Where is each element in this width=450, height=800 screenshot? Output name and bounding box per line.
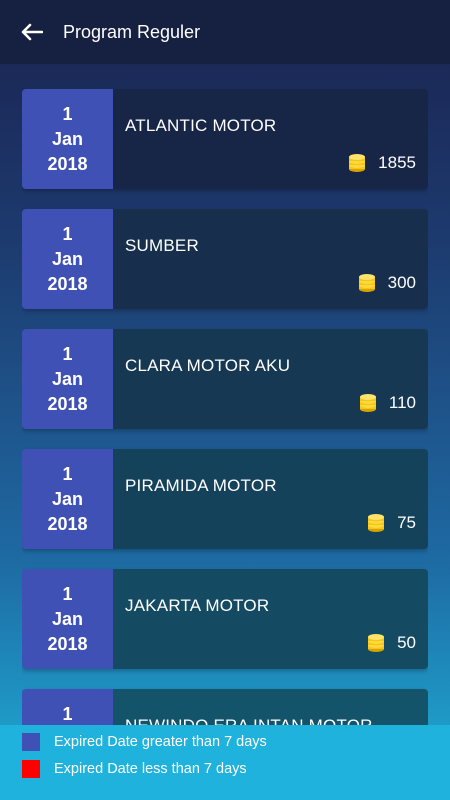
dealer-name: CLARA MOTOR AKU — [125, 356, 291, 375]
date-day: 1 — [62, 223, 73, 244]
legend: Expired Date greater than 7 days Expired… — [0, 725, 450, 800]
dealer-name: JAKARTA MOTOR — [125, 596, 270, 615]
date-month: Jan — [51, 608, 84, 629]
program-card[interactable]: 1Jan2018 NEWINDO ERA INTAN MOTOR — [22, 689, 428, 725]
coin-stack-icon — [358, 274, 375, 292]
coin-stack-icon — [359, 394, 376, 412]
date-month: Jan — [51, 248, 84, 269]
program-card[interactable]: 1 Jan 2018 PIRAMIDA MOTOR 75 — [22, 449, 428, 549]
dealer-name: PIRAMIDA MOTOR — [125, 476, 277, 495]
points-value: 300 — [387, 273, 416, 292]
points: 110 — [359, 393, 416, 413]
page-title: Program Reguler — [63, 21, 201, 42]
points-value: 110 — [388, 393, 416, 412]
dealer-name: NEWINDO ERA INTAN MOTOR — [125, 716, 373, 725]
date-month: Jan — [51, 368, 84, 389]
date-block: 1 Jan 2018 — [22, 329, 113, 429]
card-body: JAKARTA MOTOR 50 — [113, 569, 428, 669]
date-day: 1 — [62, 583, 73, 604]
points: 300 — [358, 273, 416, 293]
card-body: PIRAMIDA MOTOR 75 — [113, 449, 428, 549]
coin-stack-icon — [349, 154, 366, 172]
points-value: 50 — [397, 633, 416, 652]
card-body: ATLANTIC MOTOR 1855 — [113, 89, 428, 189]
date-month: Jan — [51, 488, 84, 509]
legend-item-greater: Expired Date greater than 7 days — [22, 733, 267, 751]
card-body: SUMBER 300 — [113, 209, 428, 309]
dealer-name: ATLANTIC MOTOR — [125, 116, 277, 135]
date-block: 1Jan2018 — [22, 689, 113, 725]
app-bar: Program Reguler — [0, 0, 450, 64]
points-value: 1855 — [378, 153, 416, 172]
program-card[interactable]: 1 Jan 2018 SUMBER 300 — [22, 209, 428, 309]
points: 1855 — [348, 153, 416, 173]
date-year: 2018 — [47, 153, 88, 174]
legend-label: Expired Date greater than 7 days — [54, 734, 267, 750]
date-day: 1 — [62, 103, 73, 124]
date-year: 2018 — [47, 633, 88, 654]
program-list[interactable]: 1 Jan 2018 ATLANTIC MOTOR 1855 1 Jan 2018 SUMBER… — [22, 89, 428, 725]
card-body: CLARA MOTOR AKU 110 — [113, 329, 428, 429]
back-arrow-icon — [21, 23, 43, 41]
date-block: 1 Jan 2018 — [22, 569, 113, 669]
date-year: 2018 — [47, 273, 88, 294]
legend-swatch-blue — [22, 733, 40, 751]
coin-stack-icon — [368, 514, 385, 532]
date-block: 1 Jan 2018 — [22, 89, 113, 189]
program-card[interactable]: 1 Jan 2018 JAKARTA MOTOR 50 — [22, 569, 428, 669]
back-button[interactable] — [0, 0, 64, 64]
date-block: 1 Jan 2018 — [22, 209, 113, 309]
points: 75 — [367, 513, 416, 533]
program-card[interactable]: 1 Jan 2018 ATLANTIC MOTOR 1855 — [22, 89, 428, 189]
legend-swatch-red — [22, 760, 40, 778]
card-body: NEWINDO ERA INTAN MOTOR — [113, 689, 428, 725]
date-day: 1 — [62, 463, 73, 484]
program-card[interactable]: 1 Jan 2018 CLARA MOTOR AKU 110 — [22, 329, 428, 429]
points-value: 75 — [397, 513, 416, 532]
date-day: 1 — [62, 703, 73, 724]
date-day: 1 — [62, 343, 73, 364]
points: 50 — [367, 633, 416, 653]
coin-stack-icon — [368, 634, 385, 652]
date-year: 2018 — [47, 513, 88, 534]
dealer-name: SUMBER — [125, 236, 199, 255]
date-month: Jan — [51, 128, 84, 149]
legend-label: Expired Date less than 7 days — [54, 761, 247, 777]
date-year: 2018 — [47, 393, 88, 414]
date-block: 1 Jan 2018 — [22, 449, 113, 549]
legend-item-less: Expired Date less than 7 days — [22, 760, 247, 778]
